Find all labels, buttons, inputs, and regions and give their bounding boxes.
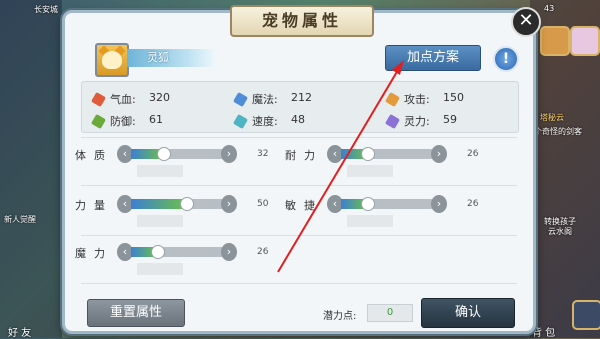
slider-track[interactable] bbox=[131, 245, 223, 259]
stat-hp: 气血: 320 bbox=[90, 91, 203, 108]
increase-arrow-icon[interactable]: › bbox=[221, 243, 237, 261]
attribute-label: 体质 bbox=[75, 149, 113, 162]
stat-value: 212 bbox=[291, 91, 312, 104]
stat-label: 气血: bbox=[110, 93, 136, 106]
stat-mp: 魔法: 212 bbox=[232, 91, 345, 108]
bonus-box bbox=[347, 215, 393, 227]
mp-icon bbox=[232, 91, 249, 108]
attribute-label: 力量 bbox=[75, 199, 113, 212]
attribute-value: 26 bbox=[257, 247, 269, 257]
increase-arrow-icon[interactable]: › bbox=[431, 195, 447, 213]
potential-value: 0 bbox=[367, 304, 413, 322]
attribute-label: 耐力 bbox=[285, 149, 323, 162]
stat-value: 48 bbox=[291, 113, 305, 126]
confirm-button[interactable]: 确认 bbox=[421, 298, 515, 328]
character-avatar-icon[interactable] bbox=[540, 26, 570, 56]
slider-fill bbox=[131, 199, 187, 209]
slider-track[interactable] bbox=[341, 147, 433, 161]
panel-title: 宠物属性 bbox=[230, 5, 374, 37]
slider-knob[interactable] bbox=[360, 147, 375, 161]
right-event-text-2: 云水阁 bbox=[548, 227, 572, 236]
stat-defense: 防御: 61 bbox=[90, 113, 203, 130]
attribute-label: 魔力 bbox=[75, 247, 113, 260]
friends-button[interactable]: 好 友 bbox=[8, 324, 31, 339]
attribute-slider[interactable]: ‹ › bbox=[327, 195, 447, 227]
bonus-box bbox=[137, 263, 183, 275]
increase-arrow-icon[interactable]: › bbox=[431, 145, 447, 163]
attribute-value: 32 bbox=[257, 149, 269, 159]
divider bbox=[81, 185, 517, 186]
defense-icon bbox=[90, 113, 107, 130]
slider-track[interactable] bbox=[341, 197, 433, 211]
reset-attributes-button[interactable]: 重置属性 bbox=[87, 299, 185, 327]
location-text: 长安城 bbox=[34, 5, 58, 14]
divider bbox=[81, 283, 517, 284]
attribute-slider[interactable]: ‹ › bbox=[117, 145, 237, 177]
point-plan-button[interactable]: 加点方案 bbox=[385, 45, 481, 71]
slider-knob[interactable] bbox=[150, 245, 165, 259]
slider-knob[interactable] bbox=[157, 147, 172, 161]
stat-value: 61 bbox=[149, 113, 163, 126]
slider-track[interactable] bbox=[131, 147, 223, 161]
pet-attributes-panel: 宠物属性 ✕ 灵狐 加点方案 ! 气血: 320 魔法: 212 攻击: 150 防御: 61… bbox=[62, 5, 541, 334]
stat-label: 速度: bbox=[252, 115, 278, 128]
hp-icon bbox=[90, 91, 107, 108]
divider bbox=[81, 137, 517, 138]
left-event-text: 新人觉醒 bbox=[4, 215, 36, 224]
level-text: 43 bbox=[544, 4, 555, 13]
attribute-value: 50 bbox=[257, 199, 269, 209]
attribute-value: 26 bbox=[467, 149, 479, 159]
left-hud bbox=[0, 0, 62, 338]
speed-icon bbox=[232, 113, 249, 130]
slider-knob[interactable] bbox=[180, 197, 195, 211]
stat-value: 59 bbox=[443, 113, 457, 126]
stat-attack: 攻击: 150 bbox=[384, 91, 497, 108]
help-icon[interactable]: ! bbox=[493, 46, 519, 72]
slider-knob[interactable] bbox=[360, 197, 375, 211]
spirit-icon bbox=[384, 113, 401, 130]
divider bbox=[81, 235, 517, 236]
stat-spirit: 灵力: 59 bbox=[384, 113, 497, 130]
attribute-label: 敏捷 bbox=[285, 199, 323, 212]
bonus-box bbox=[137, 165, 183, 177]
stat-label: 灵力: bbox=[404, 115, 430, 128]
attribute-value: 26 bbox=[467, 199, 479, 209]
increase-arrow-icon[interactable]: › bbox=[221, 145, 237, 163]
attribute-slider[interactable]: ‹ › bbox=[117, 243, 237, 275]
stat-value: 150 bbox=[443, 91, 464, 104]
stat-speed: 速度: 48 bbox=[232, 113, 345, 130]
quest-title: 塔秘云 bbox=[540, 113, 564, 122]
close-button[interactable]: ✕ bbox=[511, 7, 541, 37]
quest-text: 个奇怪的剑客 bbox=[534, 127, 582, 136]
attack-icon bbox=[384, 91, 401, 108]
stat-value: 320 bbox=[149, 91, 170, 104]
increase-arrow-icon[interactable]: › bbox=[221, 195, 237, 213]
companion-avatar-icon[interactable] bbox=[570, 26, 600, 56]
bonus-box bbox=[137, 215, 183, 227]
attribute-slider[interactable]: ‹ › bbox=[327, 145, 447, 177]
stat-label: 防御: bbox=[110, 115, 136, 128]
potential-label: 潜力点: bbox=[323, 311, 357, 322]
stat-label: 攻击: bbox=[404, 93, 430, 106]
slider-track[interactable] bbox=[131, 197, 223, 211]
attribute-slider[interactable]: ‹ › bbox=[117, 195, 237, 227]
bonus-box bbox=[347, 165, 393, 177]
pet-avatar[interactable] bbox=[95, 43, 129, 77]
pet-name: 灵狐 bbox=[127, 49, 215, 67]
skill-icon[interactable] bbox=[572, 300, 600, 330]
stat-label: 魔法: bbox=[252, 93, 278, 106]
